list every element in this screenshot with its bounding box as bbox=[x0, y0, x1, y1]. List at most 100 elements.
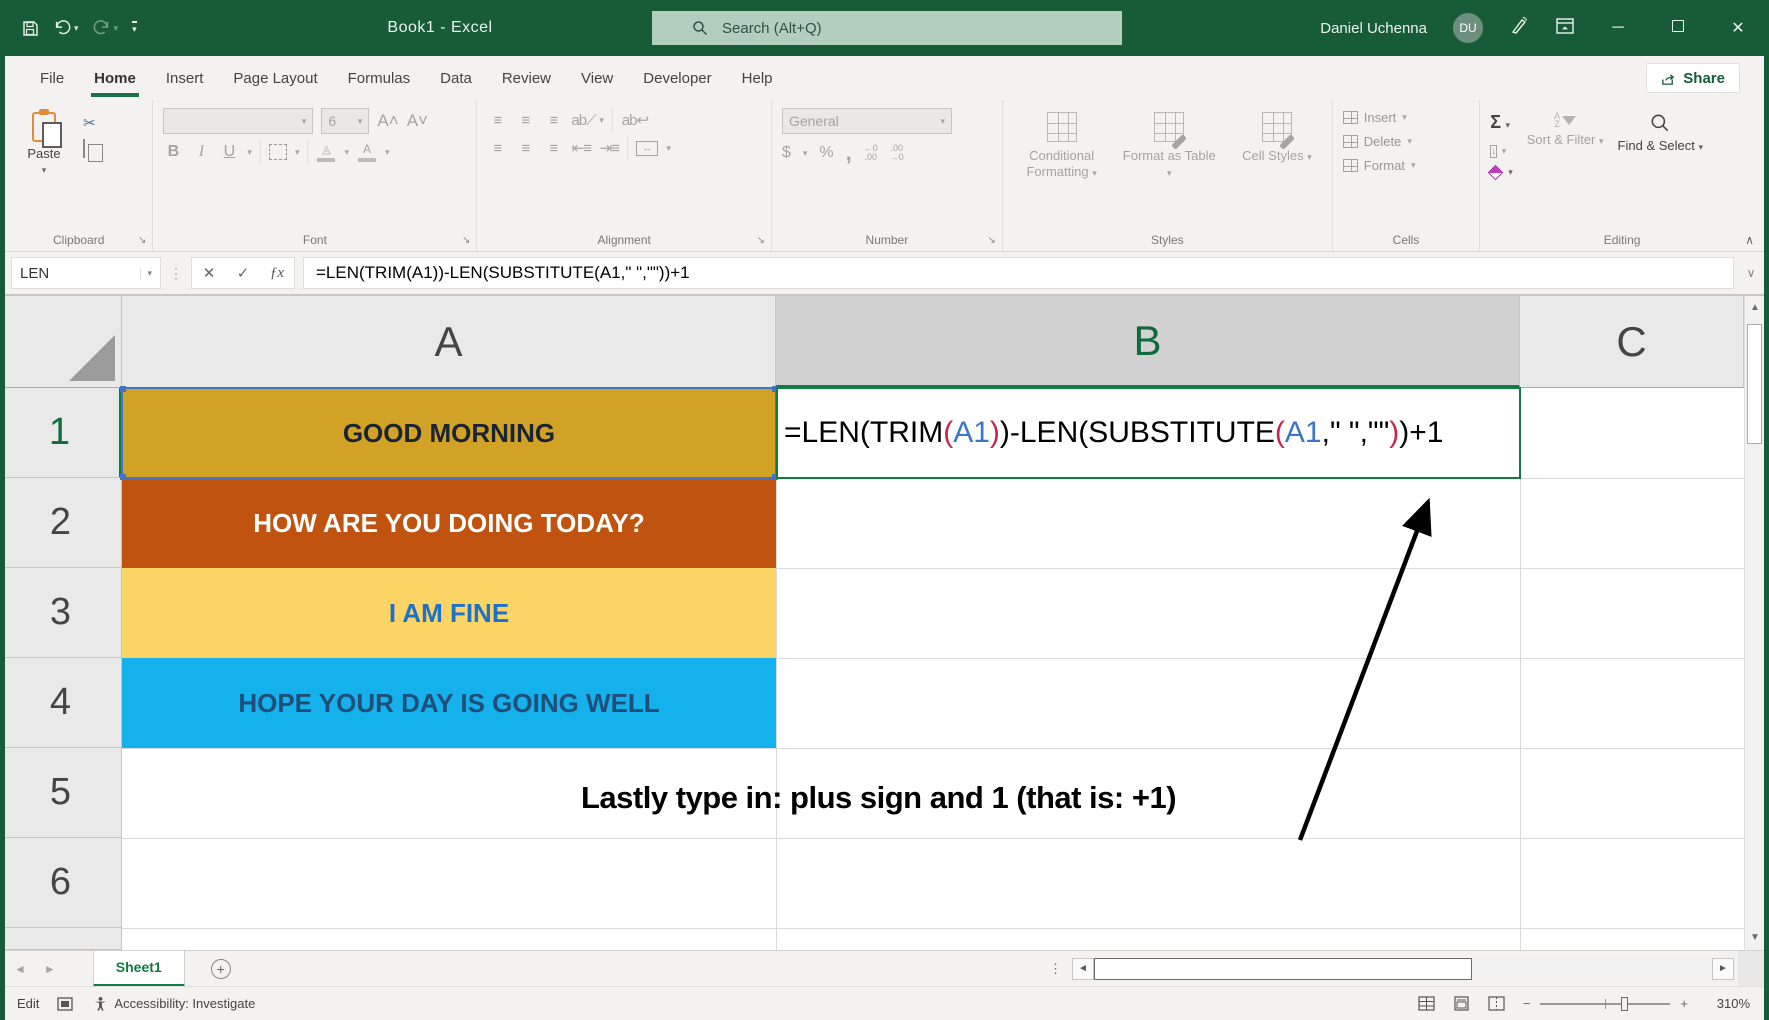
undo-dropdown-chevron[interactable]: ▾ bbox=[74, 24, 79, 33]
reference-handle[interactable] bbox=[120, 474, 126, 480]
scroll-up-arrow-icon[interactable]: ▲ bbox=[1745, 296, 1765, 320]
cancel-formula-button[interactable]: ✕ bbox=[192, 264, 226, 282]
currency-dropdown-chevron[interactable]: ▾ bbox=[803, 148, 808, 159]
tab-insert[interactable]: Insert bbox=[151, 56, 219, 100]
record-macro-button[interactable] bbox=[57, 997, 73, 1011]
minimize-button[interactable]: ─ bbox=[1601, 19, 1635, 37]
currency-format-icon[interactable]: $ bbox=[782, 144, 791, 162]
row-header-3[interactable]: 3 bbox=[0, 568, 122, 658]
autosum-button[interactable]: Σ ▾ bbox=[1490, 112, 1513, 133]
conditional-formatting-button[interactable]: Conditional Formatting ▾ bbox=[1013, 108, 1111, 227]
undo-button[interactable]: ▾ bbox=[53, 19, 79, 37]
underline-dropdown-chevron[interactable]: ▾ bbox=[247, 147, 252, 158]
zoom-thumb[interactable] bbox=[1621, 997, 1628, 1011]
vertical-scrollbar[interactable]: ▲ ▼ bbox=[1744, 296, 1764, 950]
redo-button[interactable]: ▾ bbox=[93, 19, 119, 37]
italic-button[interactable]: I bbox=[191, 143, 211, 161]
cut-button[interactable]: ✂ bbox=[83, 114, 96, 132]
tab-view[interactable]: View bbox=[566, 56, 628, 100]
collapse-ribbon-icon[interactable]: ∧ bbox=[1745, 233, 1754, 247]
row-header-5[interactable]: 5 bbox=[0, 748, 122, 838]
row-header-6[interactable]: 6 bbox=[0, 838, 122, 928]
scrollbar-resize-dots[interactable]: ⋮ bbox=[1039, 961, 1072, 977]
orientation-icon[interactable]: ab⟋ bbox=[571, 112, 591, 129]
reference-handle[interactable] bbox=[120, 386, 126, 392]
annotation-textbox[interactable]: Lastly type in: plus sign and 1 (that is… bbox=[581, 780, 1176, 816]
horizontal-scrollbar[interactable]: ⋮ ◄ ► bbox=[1039, 951, 1764, 987]
tab-formulas[interactable]: Formulas bbox=[333, 56, 426, 100]
save-button[interactable] bbox=[22, 20, 39, 37]
tab-help[interactable]: Help bbox=[727, 56, 788, 100]
row-header-2[interactable]: 2 bbox=[0, 478, 122, 568]
cell-a2[interactable]: HOW ARE YOU DOING TODAY? bbox=[122, 478, 776, 568]
row-header-4[interactable]: 4 bbox=[0, 658, 122, 748]
horizontal-scroll-thumb[interactable] bbox=[1094, 958, 1472, 980]
page-layout-view-button[interactable] bbox=[1453, 996, 1470, 1011]
paste-dropdown-chevron[interactable]: ▾ bbox=[42, 165, 47, 176]
maximize-button[interactable] bbox=[1661, 19, 1695, 37]
number-format-select[interactable]: General▾ bbox=[782, 108, 952, 134]
zoom-level[interactable]: 310% bbox=[1706, 996, 1750, 1011]
ribbon-display-options-button[interactable] bbox=[1555, 16, 1575, 41]
zoom-in-icon[interactable]: + bbox=[1680, 996, 1688, 1011]
tab-file[interactable]: File bbox=[25, 56, 79, 100]
font-dialog-launcher-icon[interactable]: ↘ bbox=[462, 235, 470, 246]
align-center-icon[interactable]: ≡ bbox=[515, 140, 535, 157]
tab-developer[interactable]: Developer bbox=[628, 56, 726, 100]
font-name-input[interactable]: ▾ bbox=[163, 108, 313, 134]
top-align-icon[interactable]: ≡ bbox=[487, 112, 507, 129]
expand-formula-bar-chevron[interactable]: ∨ bbox=[1738, 266, 1764, 280]
tab-review[interactable]: Review bbox=[487, 56, 566, 100]
scroll-right-arrow-icon[interactable]: ► bbox=[1712, 958, 1734, 980]
font-size-input[interactable]: 6▾ bbox=[321, 108, 369, 134]
formula-input[interactable]: =LEN(TRIM(A1))-LEN(SUBSTITUTE(A1," ","")… bbox=[303, 257, 1734, 289]
alignment-dialog-launcher-icon[interactable]: ↘ bbox=[757, 235, 765, 246]
comma-format-icon[interactable]: , bbox=[846, 140, 852, 166]
font-color-dropdown-chevron[interactable]: ▾ bbox=[385, 147, 390, 158]
merge-center-icon[interactable]: ↔ bbox=[636, 141, 658, 156]
column-header-b[interactable]: B bbox=[776, 296, 1520, 388]
find-select-button[interactable]: Find & Select ▾ bbox=[1618, 108, 1703, 227]
bottom-align-icon[interactable]: ≡ bbox=[543, 112, 563, 129]
sort-filter-button[interactable]: AZ Sort & Filter ▾ bbox=[1527, 108, 1604, 227]
avatar[interactable]: DU bbox=[1453, 13, 1483, 43]
scroll-down-arrow-icon[interactable]: ▼ bbox=[1745, 926, 1765, 950]
vertical-scroll-thumb[interactable] bbox=[1747, 324, 1762, 444]
column-header-a[interactable]: A bbox=[122, 296, 776, 388]
name-box-dropdown-chevron[interactable]: ▾ bbox=[140, 268, 152, 279]
new-sheet-button[interactable]: + bbox=[211, 959, 231, 979]
insert-cells-button[interactable]: Insert▾ bbox=[1343, 110, 1473, 125]
user-name[interactable]: Daniel Uchenna bbox=[1320, 20, 1427, 37]
paste-button[interactable]: Paste ▾ bbox=[15, 108, 73, 227]
middle-align-icon[interactable]: ≡ bbox=[515, 112, 535, 129]
increase-font-size-icon[interactable]: A˄ bbox=[377, 111, 398, 131]
percent-format-icon[interactable]: % bbox=[819, 144, 833, 162]
tab-page-layout[interactable]: Page Layout bbox=[218, 56, 332, 100]
sheet-nav-right-icon[interactable]: ► bbox=[35, 962, 65, 976]
fill-color-dropdown-chevron[interactable]: ▾ bbox=[344, 147, 349, 158]
number-dialog-launcher-icon[interactable]: ↘ bbox=[987, 235, 995, 246]
decrease-decimal-icon[interactable]: .00→0 bbox=[890, 144, 904, 162]
clipboard-dialog-launcher-icon[interactable]: ↘ bbox=[138, 235, 146, 246]
redo-dropdown-chevron[interactable]: ▾ bbox=[114, 24, 119, 33]
cell-b1-formula-text[interactable]: =LEN(TRIM(A1))-LEN(SUBSTITUTE(A1," ","")… bbox=[784, 388, 1524, 478]
sheet-tab-sheet1[interactable]: Sheet1 bbox=[93, 951, 185, 987]
cell-a4[interactable]: HOPE YOUR DAY IS GOING WELL bbox=[122, 658, 776, 748]
align-left-icon[interactable]: ≡ bbox=[487, 140, 507, 157]
delete-cells-button[interactable]: Delete▾ bbox=[1343, 134, 1473, 149]
row-header-partial[interactable] bbox=[0, 928, 122, 950]
row-header-1[interactable]: 1 bbox=[0, 388, 122, 478]
decrease-indent-icon[interactable]: ⇤≡ bbox=[571, 139, 591, 157]
insert-function-button[interactable]: ƒx bbox=[260, 265, 294, 282]
tab-data[interactable]: Data bbox=[425, 56, 487, 100]
share-button[interactable]: Share bbox=[1646, 63, 1740, 93]
borders-dropdown-chevron[interactable]: ▾ bbox=[295, 147, 300, 158]
sheet-nav-left-icon[interactable]: ◄ bbox=[5, 962, 35, 976]
font-color-icon[interactable]: A bbox=[357, 142, 377, 162]
bold-button[interactable]: B bbox=[163, 143, 183, 161]
merge-dropdown-chevron[interactable]: ▾ bbox=[666, 143, 671, 154]
page-break-view-button[interactable] bbox=[1488, 996, 1505, 1011]
customize-quick-access-button[interactable]: ▾ bbox=[132, 21, 137, 35]
scroll-left-arrow-icon[interactable]: ◄ bbox=[1072, 958, 1094, 980]
cell-styles-button[interactable]: Cell Styles ▾ bbox=[1228, 108, 1326, 227]
